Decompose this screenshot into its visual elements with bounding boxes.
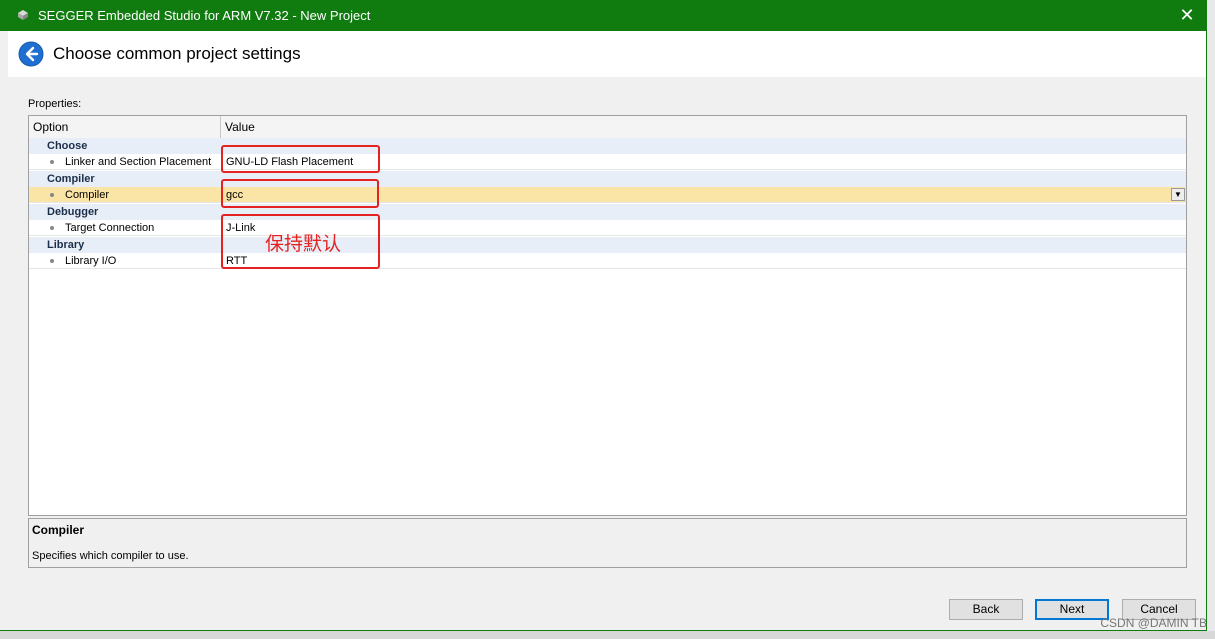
grid-header: Option Value [29,116,1186,139]
properties-label: Properties: [28,98,81,110]
option-row-compiler[interactable]: Compiler gcc ▼ [29,187,1186,203]
annotation-box [221,145,380,173]
option-label: Compiler [65,189,110,201]
column-header-value[interactable]: Value [221,116,1186,138]
category-label: Debugger [47,206,99,218]
option-label: Target Connection [65,222,155,234]
close-button[interactable]: ✕ [1167,0,1207,31]
category-row-compiler[interactable]: Compiler [29,171,1186,187]
bullet-icon [50,160,54,164]
bullet-icon [50,226,54,230]
next-button[interactable]: Next [1035,599,1109,620]
back-arrow-icon[interactable] [18,41,44,67]
category-row-debugger[interactable]: Debugger [29,204,1186,220]
description-panel: Compiler Specifies which compiler to use… [28,518,1187,568]
annotation-box [221,179,379,208]
category-row-choose[interactable]: Choose [29,138,1186,154]
option-row-library-io[interactable]: Library I/O RTT [29,253,1186,269]
description-text: Specifies which compiler to use. [32,550,189,562]
bullet-icon [50,193,54,197]
properties-grid[interactable]: Option Value Choose Linker and Section P… [28,115,1187,516]
new-project-dialog: SEGGER Embedded Studio for ARM V7.32 - N… [0,0,1207,631]
title-bar[interactable]: SEGGER Embedded Studio for ARM V7.32 - N… [0,0,1207,31]
category-row-library[interactable]: Library [29,237,1186,253]
page-title: Choose common project settings [53,44,301,63]
category-label: Compiler [47,173,95,185]
column-header-option[interactable]: Option [29,116,221,138]
category-label: Choose [47,140,88,152]
segger-app-icon [18,10,28,20]
wizard-header: Choose common project settings [8,31,1206,77]
chevron-down-icon[interactable]: ▼ [1171,188,1185,201]
option-label: Linker and Section Placement [65,156,212,168]
properties-label-text: Properties: [28,98,82,110]
annotation-text: 保持默认 [265,233,342,255]
close-icon: ✕ [1179,5,1195,25]
option-row-linker-placement[interactable]: Linker and Section Placement GNU-LD Flas… [29,154,1186,170]
category-label: Library [47,239,85,251]
watermark: CSDN @DAMIN TB [1100,616,1207,630]
bullet-icon [50,259,54,263]
back-button[interactable]: Back [949,599,1023,620]
option-row-target-connection[interactable]: Target Connection J-Link [29,220,1186,236]
option-label: Library I/O [65,255,117,267]
window-title: SEGGER Embedded Studio for ARM V7.32 - N… [38,8,371,23]
background-strip [0,631,1215,639]
description-title: Compiler [32,523,85,537]
